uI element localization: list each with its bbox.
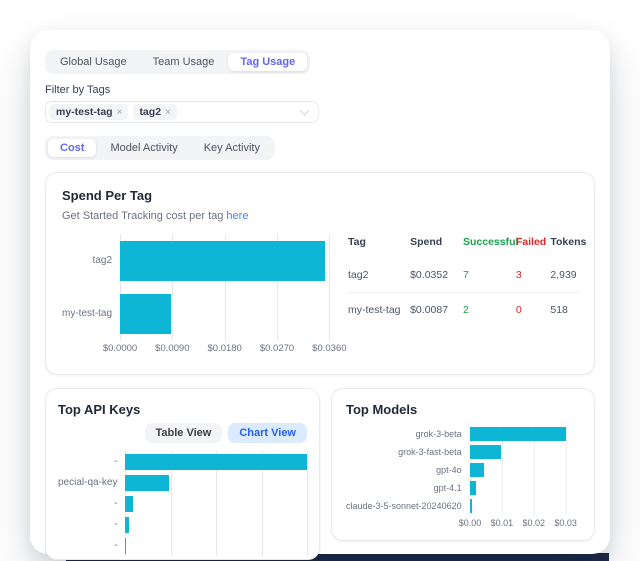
usage-tabbar: Global Usage Team Usage Tag Usage [45, 50, 310, 74]
bar-claude-3-5-sonnet-20240620 [470, 499, 472, 513]
chart-view-button[interactable]: Chart View [228, 423, 307, 443]
tab-cost[interactable]: Cost [48, 139, 96, 157]
tab-model-activity[interactable]: Model Activity [98, 139, 189, 157]
tab-key-activity[interactable]: Key Activity [192, 139, 272, 157]
x-tick-label: $0.0090 [155, 343, 189, 354]
top-models-title: Top Models [346, 402, 580, 417]
x-tick-label: $0.0270 [260, 343, 294, 354]
chart-category-label: - [58, 514, 125, 535]
tab-global-usage[interactable]: Global Usage [48, 53, 139, 71]
top-api-keys-title: Top API Keys [58, 402, 307, 417]
x-tick-label: $0.03 [554, 518, 577, 528]
chart-category-label: my-test-tag [62, 287, 120, 340]
bar-my-test-tag [120, 294, 171, 334]
bar-gpt-4.1 [470, 481, 477, 495]
col-spend: Spend [410, 234, 463, 258]
bar-- [125, 538, 126, 554]
cell-failed: 0 [516, 293, 551, 328]
cost-activity-tabbar: Cost Model Activity Key Activity [45, 136, 275, 160]
table-row: tag2 $0.0352 7 3 2,939 [348, 258, 578, 293]
x-tick-label: $0.01 [491, 518, 514, 528]
tab-team-usage[interactable]: Team Usage [141, 53, 227, 71]
bar-- [125, 496, 133, 512]
col-tokens: Tokens [550, 234, 578, 258]
cell-failed: 3 [516, 258, 551, 293]
tag-filter-select[interactable]: my-test-tag × tag2 × [45, 101, 319, 123]
subtitle-text: Get Started Tracking cost per tag [62, 210, 223, 222]
gridline [307, 451, 308, 556]
spend-per-tag-title: Spend Per Tag [62, 188, 578, 203]
tag-chip[interactable]: tag2 × [133, 104, 176, 120]
bar-tag2 [120, 241, 325, 281]
cell-successful: 2 [463, 293, 516, 328]
chart-category-label: grok-3-fast-beta [346, 443, 470, 461]
x-tick-label: $0.0360 [312, 343, 346, 354]
spend-per-tag-chart: tag2my-test-tag $0.0000 $0.0090 $0.0180 $0.0… [62, 234, 334, 355]
filter-by-tags-label: Filter by Tags [45, 84, 595, 96]
chart-category-label: gpt-4o [346, 461, 470, 479]
cell-tokens: 518 [550, 293, 578, 328]
remove-tag-icon[interactable]: × [117, 107, 123, 118]
gridline [566, 425, 567, 515]
cell-spend: $0.0087 [410, 293, 463, 328]
cell-tokens: 2,939 [550, 258, 578, 293]
bar-- [125, 517, 129, 533]
cell-spend: $0.0352 [410, 258, 463, 293]
col-failed: Failed [516, 234, 551, 258]
chart-category-label: gpt-4.1 [346, 479, 470, 497]
spend-per-tag-card: Spend Per Tag Get Started Tracking cost … [45, 172, 595, 375]
bar-gpt-4o [470, 463, 484, 477]
top-models-chart: grok-3-betagrok-3-fast-betagpt-4ogpt-4.1… [346, 425, 580, 530]
top-api-keys-chart: -pecial-qa-key--- [58, 451, 307, 556]
table-view-button[interactable]: Table View [145, 423, 223, 443]
bar-- [125, 454, 307, 470]
col-tag: Tag [348, 234, 410, 258]
x-tick-label: $0.00 [459, 518, 482, 528]
table-header-row: Tag Spend Successful Failed Tokens [348, 234, 578, 258]
col-successful: Successful [463, 234, 516, 258]
usage-dashboard-window: Global Usage Team Usage Tag Usage Filter… [30, 30, 610, 554]
tab-tag-usage[interactable]: Tag Usage [228, 53, 307, 71]
here-link[interactable]: here [226, 210, 248, 222]
chart-category-label: - [58, 535, 125, 556]
x-tick-label: $0.0000 [103, 343, 137, 354]
chart-category-label: claude-3-5-sonnet-20240620 [346, 497, 470, 515]
cell-tag: tag2 [348, 258, 410, 293]
tag-chip-label: my-test-tag [56, 106, 113, 118]
remove-tag-icon[interactable]: × [165, 107, 171, 118]
x-tick-label: $0.0180 [208, 343, 242, 354]
chart-plot-area [470, 425, 580, 515]
tag-chip[interactable]: my-test-tag × [50, 104, 128, 120]
chevron-down-icon [300, 106, 310, 116]
chart-plot-area [120, 234, 334, 340]
x-tick-label: $0.02 [523, 518, 546, 528]
chart-category-label: - [58, 493, 125, 514]
bar-pecial-qa-key [125, 475, 169, 491]
tag-chip-label: tag2 [139, 106, 161, 118]
chart-category-label: tag2 [62, 234, 120, 287]
screenshot-stage: Global Usage Team Usage Tag Usage Filter… [0, 0, 640, 561]
spend-per-tag-subtitle: Get Started Tracking cost per taghere [62, 210, 578, 222]
cell-successful: 7 [463, 258, 516, 293]
bar-grok-3-fast-beta [470, 445, 501, 459]
table-row: my-test-tag $0.0087 2 0 518 [348, 293, 578, 328]
bar-grok-3-beta [470, 427, 566, 441]
chart-category-label: - [58, 451, 125, 472]
top-models-card: Top Models grok-3-betagrok-3-fast-betagp… [331, 388, 595, 541]
top-api-keys-card: Top API Keys Table View Chart View -peci… [45, 388, 320, 560]
chart-category-label: pecial-qa-key [58, 472, 125, 493]
spend-per-tag-table: Tag Spend Successful Failed Tokens tag2 … [348, 234, 578, 355]
chart-plot-area [125, 451, 307, 556]
cell-tag: my-test-tag [348, 293, 410, 328]
chart-category-label: grok-3-beta [346, 425, 470, 443]
gridline [329, 234, 330, 340]
